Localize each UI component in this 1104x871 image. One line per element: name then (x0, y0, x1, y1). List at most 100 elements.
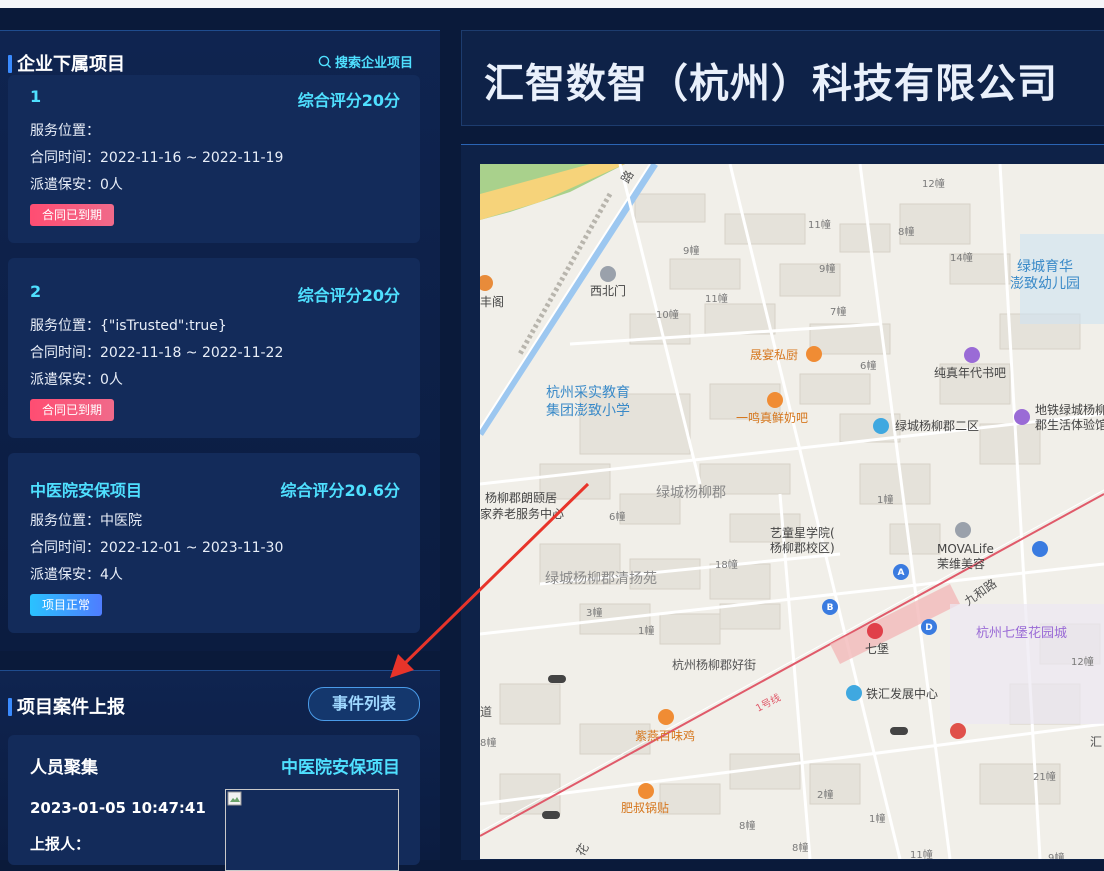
map-label: 铁汇发展中心 (866, 686, 938, 701)
map-label: 18幢 (715, 558, 738, 571)
project-card[interactable]: 中医院安保项目 综合评分20.6分 服务位置：中医院 合同时间：2022-12-… (8, 453, 420, 633)
map-label: 艺童星学院( (770, 525, 835, 540)
project-location: 服务位置：中医院 (30, 513, 142, 529)
map-label: 12幢 (922, 177, 945, 190)
map-label: 汇 (1090, 735, 1102, 749)
project-name: 中医院安保项目 (30, 481, 143, 500)
map-label: 紫燕百味鸡 (635, 728, 695, 743)
map-label: 丰阁 (480, 295, 504, 309)
project-contract-time: 合同时间：2022-11-16 ~ 2022-11-19 (30, 150, 284, 166)
map-label: 肥叔锅贴 (621, 800, 669, 815)
case-type: 人员聚集 (30, 758, 98, 778)
map-label: 花 (573, 841, 592, 859)
project-location: 服务位置： (30, 123, 100, 139)
map-label: 一鸣真鲜奶吧 (736, 410, 808, 425)
map-label: 地铁绿城杨柳 (1035, 402, 1104, 417)
project-score: 综合评分20.6分 (280, 481, 400, 500)
map-label: 集团澎致小学 (546, 402, 630, 419)
title-accent-bar (8, 55, 12, 73)
map-label: 1幢 (869, 812, 885, 825)
metro-exit-label: A (898, 568, 905, 578)
status-badge: 合同已到期 (30, 399, 115, 421)
map-label: 家养老服务中心 (480, 506, 564, 521)
map-label: 道 (480, 705, 492, 719)
bus-stop-icon (1032, 541, 1048, 557)
metro-exit-label: B (827, 603, 834, 613)
company-header: 汇智数智（杭州）科技有限公司 (461, 30, 1104, 126)
map-label: 3幢 (586, 606, 602, 619)
west-gate-icon (600, 266, 616, 282)
project-guards: 派遣保安：0人 (30, 372, 123, 388)
map-label: 9幢 (1048, 851, 1064, 859)
residential-icon (873, 418, 889, 434)
map-label: 晟宴私厨 (750, 347, 798, 362)
search-projects-button[interactable]: 搜索企业项目 (318, 52, 413, 71)
map-label: 14幢 (950, 251, 973, 264)
bookstore-icon (1014, 409, 1030, 425)
map-label: 21幢 (1033, 770, 1056, 783)
projects-panel-title: 企业下属项目 (8, 50, 125, 76)
map-label: 纯真年代书吧 (934, 366, 1006, 380)
map-label: 杭州七堡花园城 (976, 625, 1067, 641)
project-score: 综合评分20分 (297, 91, 400, 110)
project-score: 综合评分20分 (297, 286, 400, 305)
map-label: 10幢 (656, 308, 679, 321)
map-label: 绿城杨柳郡二区 (895, 418, 979, 433)
project-card[interactable]: 1 综合评分20分 服务位置： 合同时间：2022-11-16 ~ 2022-1… (8, 75, 420, 243)
map-label: 6幢 (860, 359, 876, 372)
beauty-icon (955, 522, 971, 538)
status-badge: 项目正常 (30, 594, 103, 616)
title-accent-bar (8, 698, 12, 716)
bookstore-icon (964, 347, 980, 363)
map-label: 澎致幼儿园 (1010, 276, 1080, 292)
map-canvas: 12幢 8幢 11幢 9幢 14幢 9幢 11幢 10幢 7幢 6幢 1幢 6幢… (480, 164, 1104, 859)
project-name: 2 (30, 282, 42, 301)
map-label: 11幢 (808, 218, 831, 231)
project-card[interactable]: 2 综合评分20分 服务位置：{"isTrusted":true} 合同时间：2… (8, 258, 420, 438)
map-label: 8幢 (739, 819, 755, 832)
browser-top-strip (0, 0, 1104, 8)
map-view[interactable]: 12幢 8幢 11幢 9幢 14幢 9幢 11幢 10幢 7幢 6幢 1幢 6幢… (480, 164, 1104, 859)
project-location: 服务位置：{"isTrusted":true} (30, 318, 227, 334)
project-guards: 派遣保安：0人 (30, 177, 123, 193)
metro-exit-label: D (925, 623, 932, 633)
map-label: 杨柳郡校区) (770, 540, 835, 555)
event-list-button[interactable]: 事件列表 (308, 687, 420, 721)
map-label: 11幢 (910, 848, 933, 859)
case-reporter: 上报人： (30, 835, 91, 853)
restaurant-icon (638, 783, 654, 799)
map-label: 杨柳郡朗颐居 (485, 490, 557, 505)
case-title-text: 项目案件上报 (17, 697, 125, 718)
map-label: 9幢 (683, 244, 699, 257)
project-guards: 派遣保安：4人 (30, 567, 123, 583)
poi-icon (480, 275, 493, 291)
map-label: 2幢 (817, 788, 833, 801)
map-label: 1幢 (638, 624, 654, 637)
case-card[interactable]: 人员聚集 中医院安保项目 2023-01-05 10:47:41 上报人： (8, 735, 420, 871)
case-project: 中医院安保项目 (281, 758, 400, 778)
map-label: 8幢 (480, 736, 496, 749)
metro-station-icon (867, 623, 883, 639)
map-label: 1号线 (753, 691, 782, 715)
broken-image-icon (227, 791, 242, 806)
project-contract-time: 合同时间：2022-11-18 ~ 2022-11-22 (30, 345, 284, 361)
traffic-light-icon (548, 675, 566, 683)
restaurant-icon (767, 392, 783, 408)
station-area (830, 584, 960, 664)
restaurant-icon (658, 709, 674, 725)
map-label: 七堡 (865, 641, 889, 656)
rail-line (517, 192, 613, 356)
case-time: 2023-01-05 10:47:41 (30, 799, 206, 817)
map-label: 8幢 (898, 225, 914, 238)
project-name: 1 (30, 87, 42, 106)
map-label: 西北门 (590, 283, 626, 298)
traffic-light-icon (542, 811, 560, 819)
map-label: 绿城育华 (1017, 259, 1073, 275)
project-contract-time: 合同时间：2022-12-01 ~ 2023-11-30 (30, 540, 284, 556)
map-label: 8幢 (792, 841, 808, 854)
map-label: 1幢 (877, 493, 893, 506)
projects-panel: 企业下属项目 搜索企业项目 1 综合评分20分 服务位置： 合同时间：2022-… (0, 30, 440, 651)
map-label: 杭州采实教育 (546, 385, 630, 401)
projects-title-text: 企业下属项目 (17, 54, 125, 75)
case-panel-title: 项目案件上报 (8, 693, 125, 719)
